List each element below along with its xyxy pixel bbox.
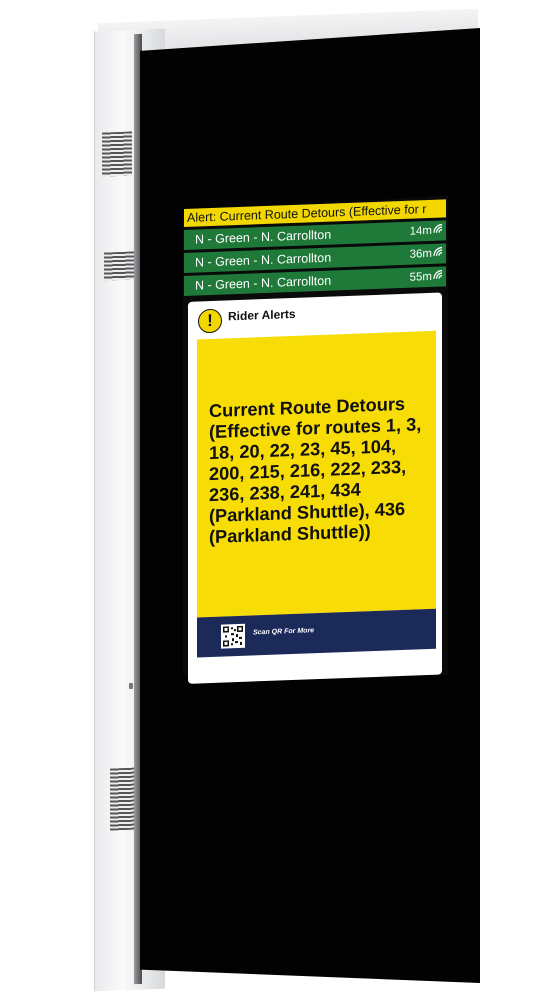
arrival-eta: 36m bbox=[409, 247, 432, 261]
screen-content: Alert: Current Route Detours (Effective … bbox=[184, 199, 446, 684]
arrival-route: N - Green - N. Carrollton bbox=[195, 250, 332, 270]
sensor-icon bbox=[129, 683, 133, 689]
wifi-signal-icon bbox=[433, 223, 443, 233]
vent-grille bbox=[104, 251, 134, 281]
alert-body: Current Route Detours (Effective for rou… bbox=[197, 330, 436, 618]
qr-code-icon[interactable] bbox=[221, 623, 245, 649]
exclamation-icon: ! bbox=[198, 308, 222, 334]
wifi-signal-icon bbox=[433, 246, 443, 256]
card-footer: Scan QR For More bbox=[197, 608, 436, 658]
vent-grille bbox=[102, 131, 132, 177]
arrival-route: N - Green - N. Carrollton bbox=[195, 273, 332, 293]
card-title: Rider Alerts bbox=[228, 306, 296, 324]
rider-alert-card[interactable]: ! Rider Alerts Current Route Detours (Ef… bbox=[188, 292, 442, 684]
kiosk-scene: Alert: Current Route Detours (Effective … bbox=[0, 0, 533, 992]
wifi-signal-icon bbox=[433, 269, 443, 279]
alert-message: Current Route Detours (Effective for rou… bbox=[209, 393, 422, 548]
scan-qr-label: Scan QR For More bbox=[253, 627, 315, 637]
arrival-eta: 14m bbox=[409, 224, 432, 238]
arrival-route: N - Green - N. Carrollton bbox=[195, 227, 332, 247]
arrival-eta: 55m bbox=[409, 270, 432, 284]
